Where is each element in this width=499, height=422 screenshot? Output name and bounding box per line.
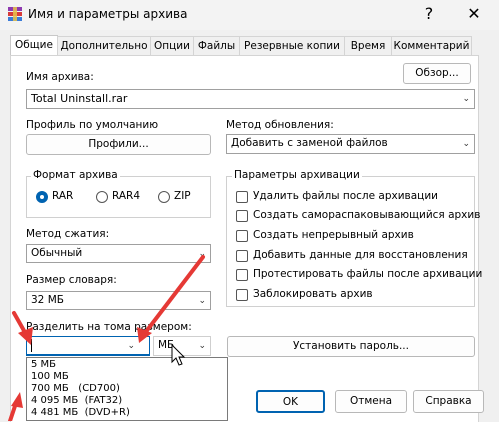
compression-label: Метод сжатия: bbox=[26, 228, 110, 240]
checkbox-delete-files[interactable] bbox=[236, 191, 248, 203]
tab-time[interactable]: Время bbox=[344, 36, 392, 56]
archive-name-value: Total Uninstall.rar bbox=[31, 92, 128, 105]
profiles-button[interactable]: Профили... bbox=[26, 134, 211, 155]
set-password-button[interactable]: Установить пароль... bbox=[227, 336, 475, 357]
update-method-value: Добавить с заменой файлов bbox=[231, 137, 388, 149]
tab-strip: Общие Дополнительно Опции Файлы Резервны… bbox=[10, 35, 472, 57]
tab-general[interactable]: Общие bbox=[10, 35, 58, 57]
dropdown-option[interactable]: 100 МБ bbox=[31, 371, 69, 382]
checkbox-delete-files-label: Удалить файлы после архивации bbox=[253, 190, 438, 202]
checkbox-test-label: Протестировать файлы после архивации bbox=[253, 268, 483, 280]
dropdown-option[interactable]: 4 095 МБ (FAT32) bbox=[31, 395, 122, 406]
split-size-dropdown: 5 МБ 100 МБ 700 МБ (CD700) 4 095 МБ (FAT… bbox=[26, 357, 228, 421]
checkbox-test[interactable] bbox=[236, 269, 248, 281]
dropdown-option[interactable]: 700 МБ (CD700) bbox=[31, 383, 120, 394]
ok-button[interactable]: OK bbox=[256, 390, 325, 413]
cancel-button[interactable]: Отмена bbox=[335, 390, 407, 413]
update-method-combo[interactable]: Добавить с заменой файлов ⌄ bbox=[226, 134, 475, 154]
archive-name-combo[interactable]: Total Uninstall.rar ⌄ bbox=[26, 89, 475, 109]
checkbox-solid[interactable] bbox=[236, 230, 248, 242]
chevron-down-icon: ⌄ bbox=[198, 249, 206, 259]
profile-label: Профиль по умолчанию bbox=[26, 119, 159, 131]
dictionary-label: Размер словаря: bbox=[26, 274, 117, 286]
radio-rar[interactable] bbox=[36, 191, 48, 203]
dropdown-option[interactable]: 5 МБ bbox=[31, 359, 56, 370]
browse-button[interactable]: Обзор... bbox=[403, 63, 471, 84]
tab-files[interactable]: Файлы bbox=[193, 36, 240, 56]
compression-combo[interactable]: Обычный ⌄ bbox=[26, 244, 211, 263]
split-size-input[interactable]: ⌄ bbox=[26, 336, 150, 356]
dropdown-option[interactable]: 4 481 МБ (DVD+R) bbox=[31, 407, 130, 418]
chevron-down-icon: ⌄ bbox=[462, 139, 470, 149]
split-label: Разделить на тома размером: bbox=[26, 321, 192, 333]
chevron-down-icon: ⌄ bbox=[462, 94, 470, 104]
radio-rar-label: RAR bbox=[52, 190, 74, 202]
chevron-down-icon[interactable]: ⌄ bbox=[127, 338, 135, 355]
options-group-title: Параметры архивации bbox=[232, 169, 362, 181]
dictionary-combo[interactable]: 32 МБ ⌄ bbox=[26, 291, 211, 310]
tab-advanced[interactable]: Дополнительно bbox=[57, 36, 151, 56]
radio-zip[interactable] bbox=[158, 191, 170, 203]
dictionary-value: 32 МБ bbox=[31, 294, 64, 306]
split-unit-value: МБ bbox=[158, 339, 175, 351]
tab-backup[interactable]: Резервные копии bbox=[239, 36, 345, 56]
tab-options[interactable]: Опции bbox=[150, 36, 194, 56]
checkbox-lock-label: Заблокировать архив bbox=[253, 288, 373, 300]
radio-rar4[interactable] bbox=[96, 191, 108, 203]
checkbox-lock[interactable] bbox=[236, 289, 248, 301]
close-icon[interactable]: ✕ bbox=[463, 4, 485, 24]
chevron-down-icon: ⌄ bbox=[198, 341, 206, 351]
help-icon[interactable]: ? bbox=[418, 4, 440, 24]
checkbox-solid-label: Создать непрерывный архив bbox=[253, 229, 414, 241]
chevron-down-icon: ⌄ bbox=[198, 296, 206, 306]
checkbox-sfx-label: Создать самораспаковывающийся архив bbox=[253, 209, 481, 221]
tab-comment[interactable]: Комментарий bbox=[391, 36, 472, 56]
window-title: Имя и параметры архива bbox=[28, 7, 188, 21]
radio-zip-label: ZIP bbox=[174, 190, 191, 202]
help-button[interactable]: Справка bbox=[413, 390, 484, 413]
checkbox-recovery[interactable] bbox=[236, 250, 248, 262]
checkbox-sfx[interactable] bbox=[236, 210, 248, 222]
archive-name-label: Имя архива: bbox=[26, 71, 94, 83]
checkbox-recovery-label: Добавить данные для восстановления bbox=[253, 249, 468, 261]
radio-rar4-label: RAR4 bbox=[112, 190, 141, 202]
update-method-label: Метод обновления: bbox=[226, 119, 334, 131]
compression-value: Обычный bbox=[31, 247, 83, 259]
text-cursor bbox=[31, 339, 32, 352]
title-bar: Имя и параметры архива ? ✕ bbox=[0, 0, 499, 30]
winrar-icon bbox=[8, 7, 22, 21]
format-group-title: Формат архива bbox=[31, 169, 120, 181]
split-unit-combo[interactable]: МБ ⌄ bbox=[153, 336, 211, 356]
